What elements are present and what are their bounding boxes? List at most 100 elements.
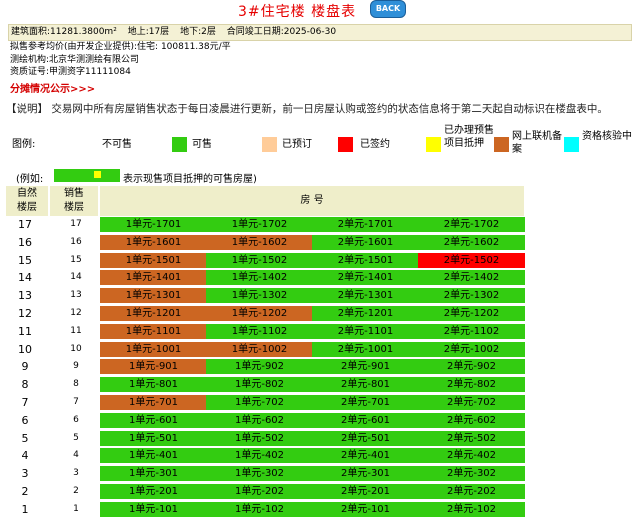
room-cell[interactable]: 2单元-1702 — [418, 217, 525, 232]
natural-floor: 14 — [18, 271, 32, 285]
floors-below: 地下:2层 — [180, 27, 216, 37]
header-sale-floor: 销售楼层 — [50, 186, 98, 216]
room-cell[interactable]: 2单元-302 — [418, 466, 525, 482]
example-swatch — [54, 169, 120, 182]
room-cell[interactable]: 1单元-1302 — [206, 288, 313, 304]
legend-swatch-unavailable — [82, 137, 97, 152]
room-cell[interactable]: 1单元-1402 — [206, 270, 313, 286]
room-cell[interactable]: 1单元-902 — [206, 359, 313, 375]
room-cell[interactable]: 1单元-102 — [206, 501, 313, 517]
room-cell[interactable]: 2单元-1602 — [418, 234, 525, 250]
room-cell[interactable]: 2单元-801 — [312, 377, 419, 393]
room-cell[interactable]: 1单元-301 — [100, 466, 207, 482]
room-cell[interactable]: 1单元-601 — [100, 412, 207, 428]
cert-number: 资质证号:甲测资字11111084 — [10, 67, 131, 77]
allocation-link[interactable]: 分摊情况公示>>> — [10, 80, 95, 95]
room-cell[interactable]: 2单元-1202 — [418, 306, 525, 321]
legend-swatch-online-filed — [494, 137, 509, 152]
room-cell[interactable]: 1单元-602 — [206, 412, 313, 428]
room-cell[interactable]: 1单元-402 — [206, 448, 313, 464]
room-cell[interactable]: 1单元-1001 — [100, 341, 207, 357]
room-cell[interactable]: 1单元-1102 — [206, 323, 313, 339]
room-cell[interactable]: 1单元-401 — [100, 448, 207, 464]
natural-floor: 9 — [21, 360, 29, 374]
room-cell[interactable]: 1单元-1101 — [100, 323, 207, 339]
legend-swatch-signed — [338, 137, 353, 152]
room-cell[interactable]: 2单元-1102 — [418, 323, 525, 339]
completion-date: 合同竣工日期:2025-06-30 — [226, 27, 337, 37]
room-cell[interactable]: 2单元-201 — [312, 484, 419, 499]
sale-floor: 6 — [73, 414, 79, 425]
room-cell[interactable]: 1单元-302 — [206, 466, 313, 482]
sale-floor: 12 — [70, 308, 82, 318]
room-cell[interactable]: 2单元-1302 — [418, 288, 525, 304]
sale-floor: 7 — [73, 397, 79, 407]
room-cell[interactable]: 1单元-201 — [100, 484, 207, 499]
natural-floor: 3 — [21, 467, 29, 481]
room-cell[interactable]: 2单元-102 — [418, 501, 525, 517]
room-cell[interactable]: 2单元-1402 — [418, 270, 525, 286]
room-cell[interactable]: 1单元-801 — [100, 377, 207, 393]
room-cell[interactable]: 1单元-1202 — [206, 306, 313, 321]
room-cell[interactable]: 1单元-901 — [100, 359, 207, 375]
room-cell[interactable]: 2单元-401 — [312, 448, 419, 464]
room-cell[interactable]: 2单元-902 — [418, 359, 525, 375]
room-cell[interactable]: 2单元-901 — [312, 359, 419, 375]
page-title: 3#住宅楼 楼盘表 — [238, 4, 357, 20]
room-cell[interactable]: 2单元-1201 — [312, 306, 419, 321]
room-cell[interactable]: 1单元-202 — [206, 484, 313, 499]
room-cell[interactable]: 1单元-1201 — [100, 306, 207, 321]
room-cell[interactable]: 2单元-1001 — [312, 341, 419, 357]
legend-label: 图例: — [12, 139, 36, 150]
room-cell[interactable]: 2单元-502 — [418, 430, 525, 446]
room-cell[interactable]: 1单元-701 — [100, 395, 207, 410]
legend-text-unavailable: 不可售 — [102, 139, 132, 150]
legend-text-signed: 已签约 — [360, 139, 390, 150]
room-cell[interactable]: 2单元-1101 — [312, 323, 419, 339]
room-cell[interactable]: 1单元-1702 — [206, 217, 313, 232]
room-cell[interactable]: 2单元-501 — [312, 430, 419, 446]
sale-floor: 5 — [73, 432, 79, 443]
room-cell[interactable]: 1单元-501 — [100, 430, 207, 446]
back-button[interactable]: BACK — [370, 0, 406, 18]
reference-price: 拟售参考均价(由开发企业提供):住宅: 100811.38元/平 — [10, 42, 231, 52]
room-cell[interactable]: 2单元-802 — [418, 377, 525, 393]
sale-floor: 10 — [70, 343, 82, 354]
room-cell[interactable]: 1单元-802 — [206, 377, 313, 393]
room-cell[interactable]: 2单元-1502 — [418, 252, 525, 268]
room-cell[interactable]: 2单元-1501 — [312, 252, 419, 268]
room-cell[interactable]: 1单元-702 — [206, 395, 313, 410]
legend-text-mortgage: 已办理预售项目抵押 — [444, 125, 494, 149]
room-cell[interactable]: 1单元-1502 — [206, 252, 313, 268]
room-cell[interactable]: 1单元-1501 — [100, 252, 207, 268]
room-cell[interactable]: 2单元-202 — [418, 484, 525, 499]
room-cell[interactable]: 1单元-101 — [100, 501, 207, 517]
room-cell[interactable]: 2单元-1601 — [312, 234, 419, 250]
room-cell[interactable]: 1单元-1701 — [100, 217, 207, 232]
sale-floor: 2 — [73, 486, 79, 496]
room-cell[interactable]: 2单元-1002 — [418, 341, 525, 357]
room-cell[interactable]: 1单元-1602 — [206, 234, 313, 250]
room-cell[interactable]: 2单元-1401 — [312, 270, 419, 286]
room-cell[interactable]: 2单元-402 — [418, 448, 525, 464]
natural-floor: 7 — [21, 396, 29, 409]
room-cell[interactable]: 2单元-1301 — [312, 288, 419, 304]
room-cell[interactable]: 2单元-701 — [312, 395, 419, 410]
room-cell[interactable]: 1单元-1401 — [100, 270, 207, 286]
room-cell[interactable]: 1单元-1601 — [100, 234, 207, 250]
room-cell[interactable]: 2单元-602 — [418, 412, 525, 428]
room-cell[interactable]: 2单元-601 — [312, 412, 419, 428]
sale-floor: 11 — [70, 325, 82, 336]
sale-floor: 4 — [73, 450, 79, 461]
room-cell[interactable]: 2单元-101 — [312, 501, 419, 517]
room-cell[interactable]: 1单元-1002 — [206, 341, 313, 357]
room-cell[interactable]: 2单元-301 — [312, 466, 419, 482]
room-cell[interactable]: 1单元-1301 — [100, 288, 207, 304]
natural-floor: 16 — [18, 235, 32, 249]
room-cell[interactable]: 2单元-702 — [418, 395, 525, 410]
sale-floor: 13 — [70, 290, 82, 301]
example-text: 表示现售项目抵押的可售房屋) — [123, 174, 257, 185]
legend-swatch-mortgage — [426, 137, 441, 152]
room-cell[interactable]: 2单元-1701 — [312, 217, 419, 232]
room-cell[interactable]: 1单元-502 — [206, 430, 313, 446]
